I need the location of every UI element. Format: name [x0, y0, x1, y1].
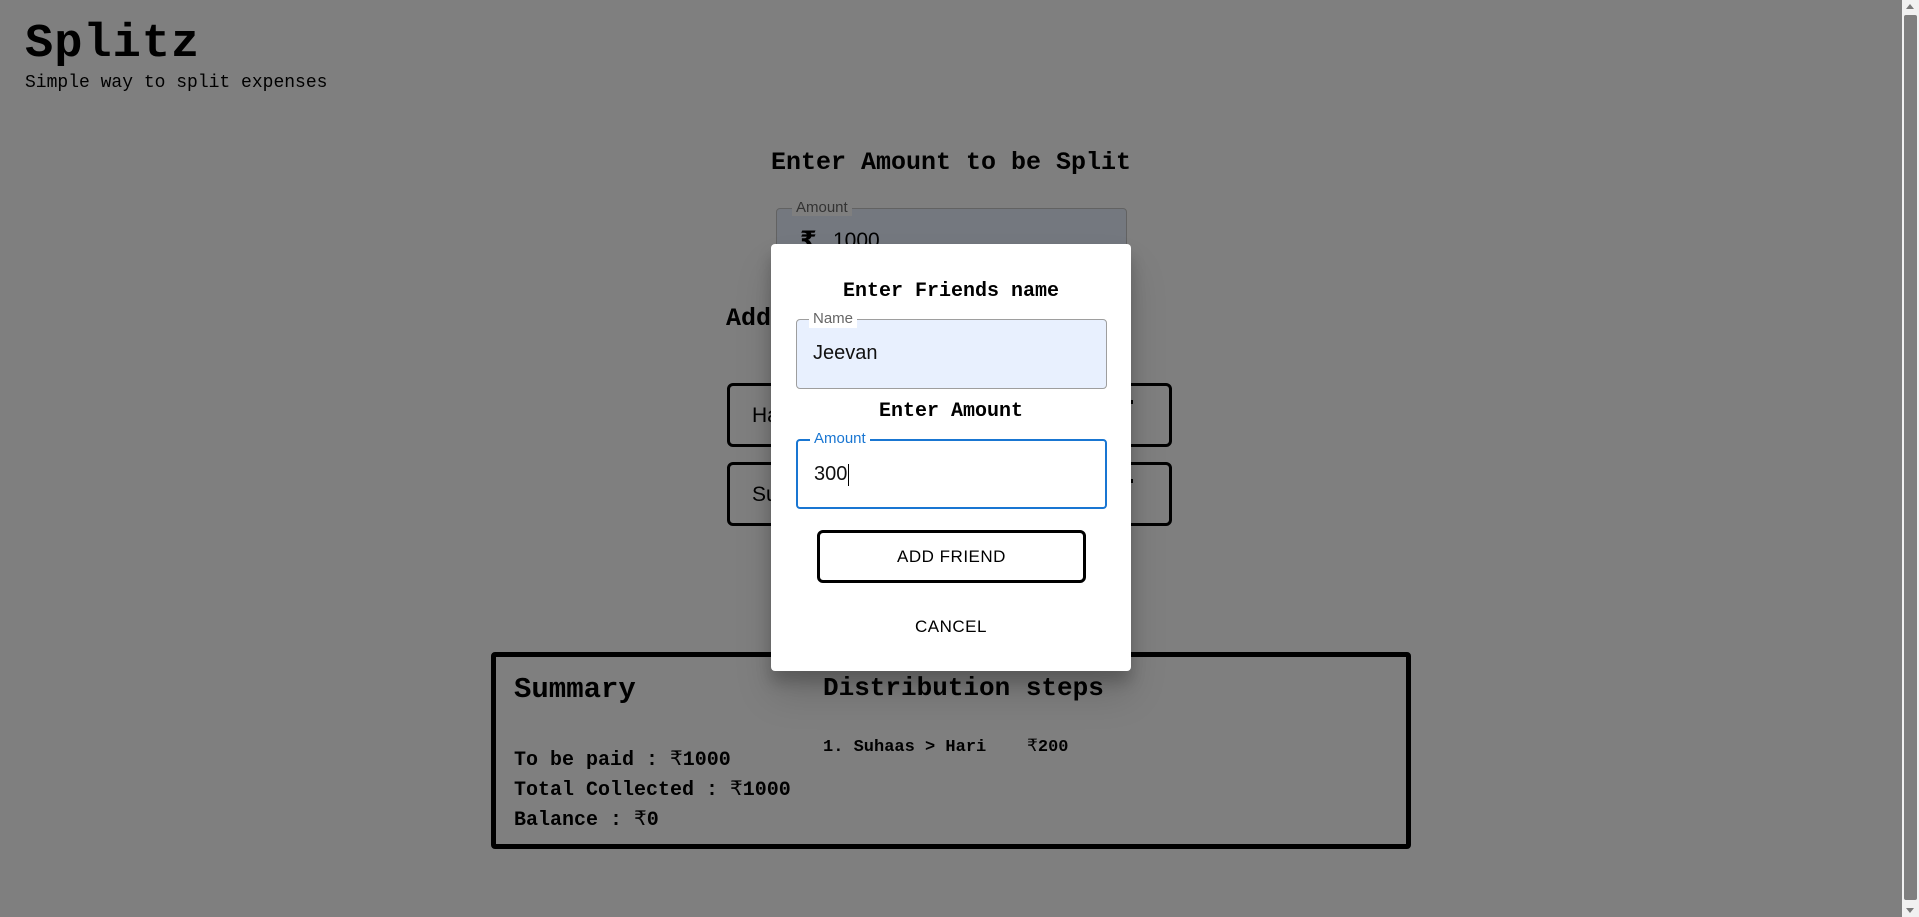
scroll-down-icon[interactable] — [1906, 908, 1914, 913]
cancel-button[interactable]: CANCEL — [871, 607, 1031, 647]
friend-name-input[interactable]: Name Jeevan — [796, 310, 1107, 389]
friend-amount-input[interactable]: Amount 300 — [796, 430, 1107, 509]
friend-amount-label: Amount — [810, 430, 870, 448]
scroll-up-icon[interactable] — [1906, 4, 1914, 9]
friend-name-heading: Enter Friends name — [842, 280, 1060, 303]
text-caret — [848, 463, 850, 486]
friend-name-value: Jeevan — [813, 342, 878, 364]
friend-name-label: Name — [809, 310, 858, 328]
scrollbar-thumb[interactable] — [1904, 15, 1917, 900]
friend-amount-heading: Enter Amount — [878, 400, 1024, 423]
friend-amount-value: 300 — [814, 463, 848, 485]
add-friend-button[interactable]: ADD FRIEND — [817, 530, 1086, 583]
friend-amount-text: 300 — [814, 463, 850, 486]
add-friend-dialog: Enter Friends name Name Jeevan Enter Amo… — [771, 244, 1131, 671]
page-scrollbar[interactable] — [1902, 0, 1919, 917]
